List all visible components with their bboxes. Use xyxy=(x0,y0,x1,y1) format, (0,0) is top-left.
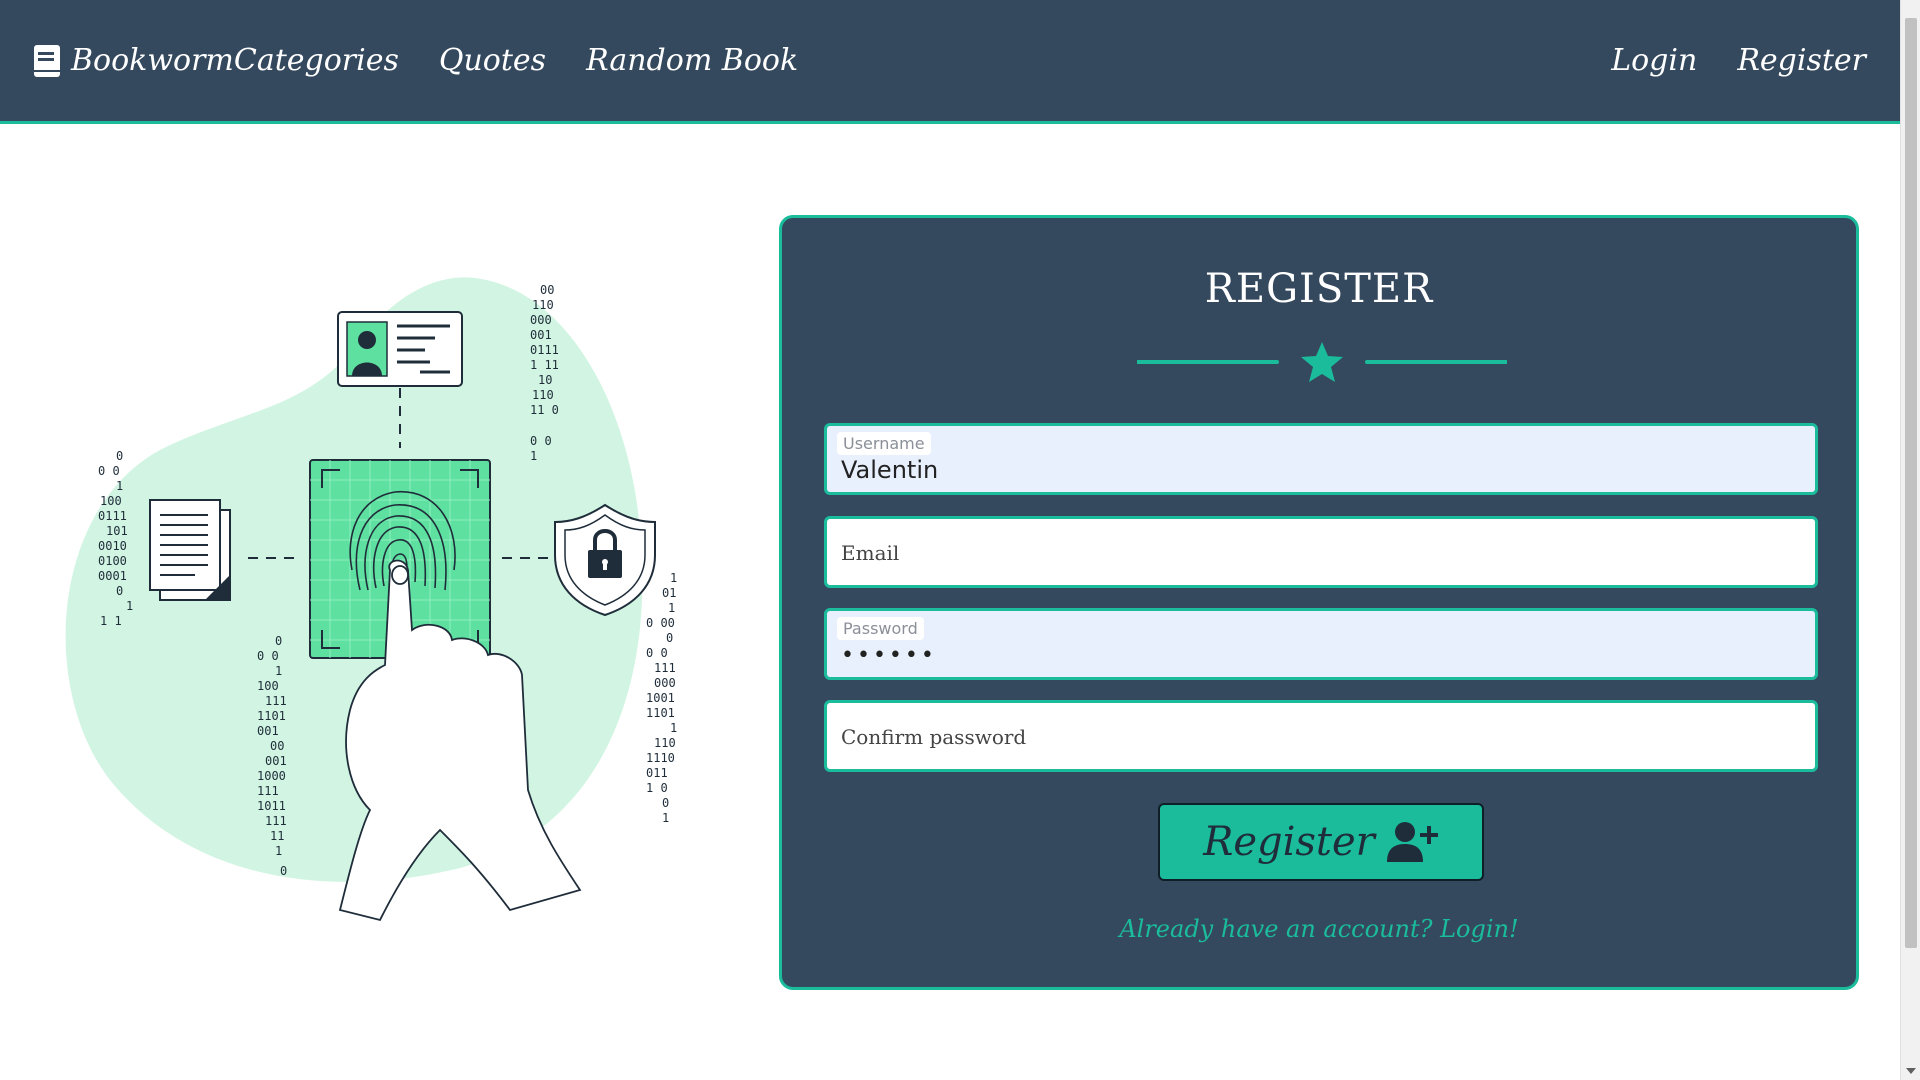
svg-text:1 0: 1 0 xyxy=(646,781,668,795)
svg-text:00: 00 xyxy=(540,283,554,297)
svg-text:1 1: 1 1 xyxy=(100,614,122,628)
password-label: Password xyxy=(837,617,924,640)
svg-text:0: 0 xyxy=(116,449,123,463)
svg-text:000: 000 xyxy=(654,676,676,690)
binary-column-right: 1 01 1 0 00 0 0 0 111 000 1001 1101 1 11… xyxy=(646,571,677,825)
register-button-label: Register xyxy=(1203,819,1375,865)
star-icon xyxy=(1301,342,1343,382)
svg-text:0 0: 0 0 xyxy=(530,434,552,448)
security-illustration: 00 110 000 001 0111 1 11 10 110 11 0 0 0… xyxy=(65,277,677,922)
svg-text:110: 110 xyxy=(532,388,554,402)
nav-register[interactable]: Register xyxy=(1737,43,1866,78)
svg-text:110: 110 xyxy=(532,298,554,312)
svg-text:1 11: 1 11 xyxy=(530,358,559,372)
svg-text:1: 1 xyxy=(275,844,282,858)
email-placeholder: Email xyxy=(841,541,900,565)
svg-text:100: 100 xyxy=(100,494,122,508)
username-field[interactable]: Username Valentin xyxy=(824,423,1818,495)
email-field[interactable]: Email xyxy=(824,516,1818,588)
nav-quotes[interactable]: Quotes xyxy=(439,43,546,78)
document-icon xyxy=(149,499,231,601)
password-value: •••••• xyxy=(841,643,937,668)
svg-text:0010: 0010 xyxy=(98,539,127,553)
confirm-password-placeholder: Confirm password xyxy=(841,725,1027,749)
username-value: Valentin xyxy=(841,456,939,484)
svg-text:0: 0 xyxy=(666,631,673,645)
nav-right: Login Register xyxy=(1611,43,1866,78)
register-button[interactable]: Register xyxy=(1158,803,1484,881)
svg-text:1: 1 xyxy=(670,721,677,735)
svg-text:11 0: 11 0 xyxy=(530,403,559,417)
svg-text:1: 1 xyxy=(662,811,669,825)
svg-text:01: 01 xyxy=(662,586,676,600)
svg-text:1011: 1011 xyxy=(257,799,286,813)
svg-text:1110: 1110 xyxy=(646,751,675,765)
scroll-down-arrow-icon[interactable] xyxy=(1906,1068,1916,1074)
password-field[interactable]: Password •••••• xyxy=(824,608,1818,680)
svg-text:0: 0 xyxy=(662,796,669,810)
svg-text:1: 1 xyxy=(126,599,133,613)
book-icon xyxy=(34,44,60,77)
svg-text:0 0: 0 0 xyxy=(646,646,668,660)
svg-text:1: 1 xyxy=(530,449,537,463)
svg-text:000: 000 xyxy=(530,313,552,327)
svg-text:0 00: 0 00 xyxy=(646,616,675,630)
svg-text:0001: 0001 xyxy=(98,569,127,583)
svg-text:11: 11 xyxy=(270,829,284,843)
svg-text:0: 0 xyxy=(116,584,123,598)
user-plus-icon xyxy=(1386,822,1438,862)
confirm-password-field[interactable]: Confirm password xyxy=(824,700,1818,772)
svg-text:110: 110 xyxy=(654,736,676,750)
username-label: Username xyxy=(837,432,931,455)
title-divider xyxy=(1137,342,1507,382)
svg-text:111: 111 xyxy=(265,694,287,708)
scrollbar-thumb[interactable] xyxy=(1905,18,1917,948)
svg-text:0 0: 0 0 xyxy=(98,464,120,478)
svg-text:111: 111 xyxy=(257,784,279,798)
svg-text:111: 111 xyxy=(654,661,676,675)
id-card-icon xyxy=(337,311,463,387)
nav-left: Bookworm Categories Quotes Random Book xyxy=(33,43,838,78)
brand-link[interactable]: Bookworm xyxy=(33,43,234,78)
svg-text:0111: 0111 xyxy=(530,343,559,357)
login-link[interactable]: Already have an account? Login! xyxy=(782,915,1856,943)
nav-random-book[interactable]: Random Book xyxy=(586,43,798,78)
svg-text:001: 001 xyxy=(257,724,279,738)
svg-text:1101: 1101 xyxy=(257,709,286,723)
svg-text:1: 1 xyxy=(670,571,677,585)
svg-text:0: 0 xyxy=(280,864,287,878)
svg-text:011: 011 xyxy=(646,766,668,780)
navbar: Bookworm Categories Quotes Random Book L… xyxy=(0,0,1900,124)
svg-text:1001: 1001 xyxy=(646,691,675,705)
nav-categories[interactable]: Categories xyxy=(234,43,399,78)
page-scrollbar[interactable] xyxy=(1900,0,1920,1080)
svg-text:1000: 1000 xyxy=(257,769,286,783)
svg-text:0: 0 xyxy=(275,634,282,648)
brand-label: Bookworm xyxy=(71,43,234,78)
svg-text:1: 1 xyxy=(275,664,282,678)
svg-text:101: 101 xyxy=(106,524,128,538)
svg-text:111: 111 xyxy=(265,814,287,828)
svg-text:1: 1 xyxy=(116,479,123,493)
svg-text:0111: 0111 xyxy=(98,509,127,523)
svg-text:001: 001 xyxy=(265,754,287,768)
svg-text:10: 10 xyxy=(538,373,552,387)
register-title: REGISTER xyxy=(1204,266,1434,312)
svg-text:00: 00 xyxy=(270,739,284,753)
svg-text:0100: 0100 xyxy=(98,554,127,568)
nav-login[interactable]: Login xyxy=(1611,43,1697,78)
svg-text:1101: 1101 xyxy=(646,706,675,720)
svg-text:100: 100 xyxy=(257,679,279,693)
svg-text:001: 001 xyxy=(530,328,552,342)
svg-text:1: 1 xyxy=(668,601,675,615)
register-card: REGISTER Username Valentin Email Passwor… xyxy=(779,215,1859,990)
svg-text:0 0: 0 0 xyxy=(257,649,279,663)
